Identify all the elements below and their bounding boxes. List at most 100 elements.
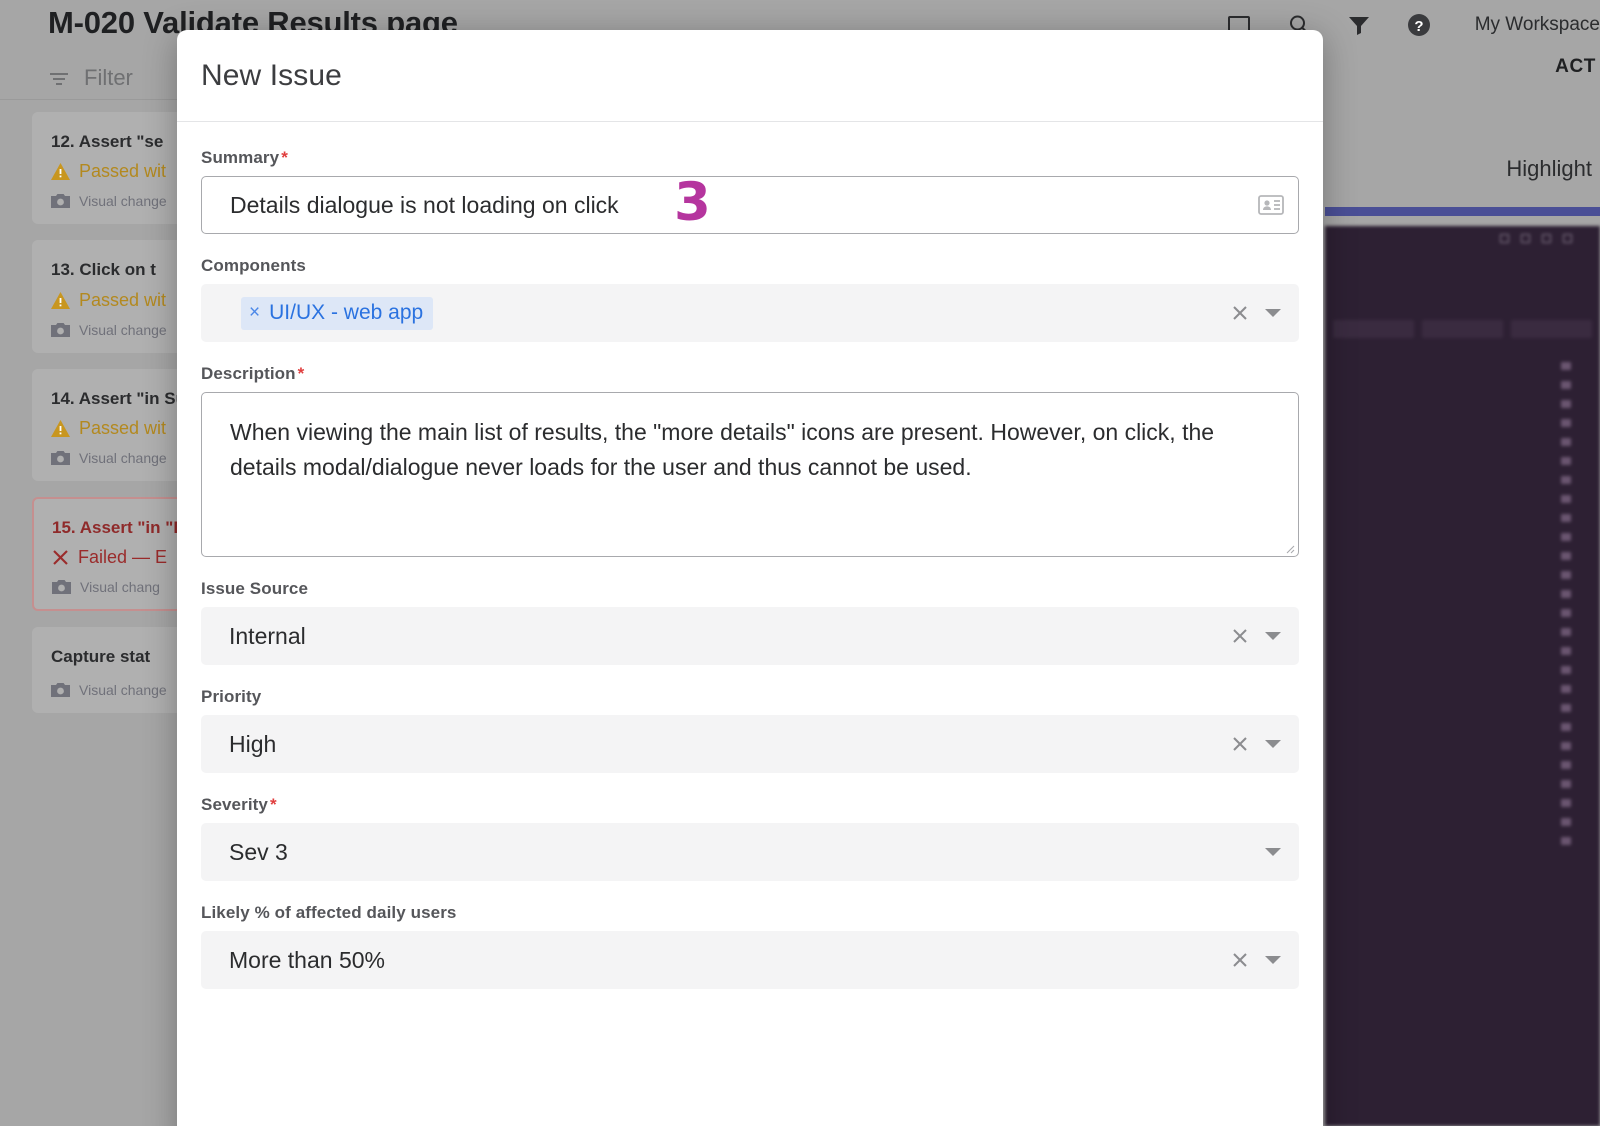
issue-source-select[interactable]: Internal bbox=[201, 607, 1299, 665]
required-marker: * bbox=[270, 795, 277, 814]
highlight-label: Highlight bbox=[1506, 156, 1592, 182]
summary-input[interactable]: Details dialogue is not loading on click bbox=[201, 176, 1299, 234]
dark-panel-row bbox=[1325, 774, 1600, 793]
field-components: Components × UI/UX - web app bbox=[201, 256, 1299, 342]
dark-panel-row bbox=[1325, 394, 1600, 413]
priority-value: High bbox=[229, 731, 276, 758]
modal-title: New Issue bbox=[201, 59, 342, 93]
dark-panel-row bbox=[1325, 413, 1600, 432]
components-multiselect[interactable]: × UI/UX - web app bbox=[201, 284, 1299, 342]
dark-panel-row bbox=[1325, 717, 1600, 736]
dark-panel-row bbox=[1325, 698, 1600, 717]
clear-icon[interactable] bbox=[1231, 304, 1249, 322]
components-label-text: Components bbox=[201, 256, 306, 275]
modal-header: New Issue bbox=[177, 30, 1323, 122]
description-label: Description* bbox=[201, 364, 1299, 384]
severity-select[interactable]: Sev 3 bbox=[201, 823, 1299, 881]
chevron-down-icon[interactable] bbox=[1265, 740, 1281, 748]
priority-select[interactable]: High bbox=[201, 715, 1299, 773]
accent-divider bbox=[1325, 207, 1600, 216]
description-textarea[interactable]: When viewing the main list of results, t… bbox=[201, 392, 1299, 557]
chevron-down-icon[interactable] bbox=[1265, 632, 1281, 640]
filter-label: Filter bbox=[84, 65, 133, 91]
dark-panel-row bbox=[1325, 356, 1600, 375]
modal-body: Summary* Details dialogue is not loading… bbox=[177, 122, 1323, 989]
warning-icon bbox=[51, 420, 70, 437]
camera-icon bbox=[51, 682, 70, 698]
chevron-down-icon[interactable] bbox=[1265, 309, 1281, 317]
filter-icon[interactable] bbox=[1346, 12, 1372, 38]
annotation-step-number: 3 bbox=[674, 176, 711, 229]
chevron-down-icon[interactable] bbox=[1265, 848, 1281, 856]
screen-icon bbox=[1500, 234, 1509, 243]
severity-value: Sev 3 bbox=[229, 839, 288, 866]
field-issue-source: Issue Source Internal bbox=[201, 579, 1299, 665]
field-description: Description* When viewing the main list … bbox=[201, 364, 1299, 557]
dark-panel-row bbox=[1325, 546, 1600, 565]
severity-controls bbox=[1265, 848, 1281, 856]
card-status-text: Passed wit bbox=[79, 161, 166, 182]
field-priority: Priority High bbox=[201, 687, 1299, 773]
issue-source-value: Internal bbox=[229, 623, 306, 650]
camera-icon bbox=[51, 322, 70, 338]
dark-panel-row bbox=[1325, 603, 1600, 622]
components-label: Components bbox=[201, 256, 1299, 276]
background-results-panel bbox=[1325, 226, 1600, 1126]
description-label-text: Description bbox=[201, 364, 296, 383]
priority-controls bbox=[1231, 735, 1281, 753]
dark-panel-row bbox=[1325, 736, 1600, 755]
clear-icon[interactable] bbox=[1231, 627, 1249, 645]
dark-panel-icon-group bbox=[1500, 234, 1572, 243]
severity-label-text: Severity bbox=[201, 795, 268, 814]
search-icon bbox=[1521, 234, 1530, 243]
issue-source-controls bbox=[1231, 627, 1281, 645]
card-meta-text: Visual chang bbox=[80, 579, 160, 595]
filter-icon bbox=[1542, 234, 1551, 243]
close-icon bbox=[52, 549, 69, 566]
camera-icon bbox=[51, 193, 70, 209]
workspace-label[interactable]: My Workspace bbox=[1475, 14, 1600, 36]
affected-users-select[interactable]: More than 50% bbox=[201, 931, 1299, 989]
summary-label-text: Summary bbox=[201, 148, 279, 167]
dark-panel-select bbox=[1333, 320, 1414, 338]
required-marker: * bbox=[281, 148, 288, 167]
resize-handle[interactable] bbox=[1283, 541, 1295, 553]
issue-source-label-text: Issue Source bbox=[201, 579, 308, 598]
components-controls bbox=[1231, 304, 1281, 322]
card-status-text: Failed — E bbox=[78, 547, 167, 568]
affected-users-value: More than 50% bbox=[229, 947, 385, 974]
dark-panel-row bbox=[1325, 831, 1600, 850]
dark-panel-row bbox=[1325, 793, 1600, 812]
dark-panel-row bbox=[1325, 584, 1600, 603]
warning-icon bbox=[51, 163, 70, 180]
priority-label-text: Priority bbox=[201, 687, 261, 706]
camera-icon bbox=[52, 579, 71, 595]
contact-card-icon[interactable] bbox=[1258, 194, 1284, 216]
chip-remove-icon[interactable]: × bbox=[249, 303, 260, 322]
dark-panel-row bbox=[1325, 641, 1600, 660]
summary-value: Details dialogue is not loading on click bbox=[230, 192, 619, 219]
dark-panel-row bbox=[1325, 812, 1600, 831]
filter-icon bbox=[48, 67, 70, 89]
issue-source-label: Issue Source bbox=[201, 579, 1299, 599]
dark-panel-row bbox=[1325, 432, 1600, 451]
dark-panel-row bbox=[1325, 755, 1600, 774]
card-meta-text: Visual change bbox=[79, 450, 167, 466]
dark-panel-row bbox=[1325, 375, 1600, 394]
card-status-text: Passed wit bbox=[79, 290, 166, 311]
svg-text:?: ? bbox=[1414, 18, 1423, 35]
dark-panel-row bbox=[1325, 527, 1600, 546]
dark-panel-row bbox=[1325, 565, 1600, 584]
act-label: ACT bbox=[1555, 56, 1596, 78]
dark-panel-row bbox=[1325, 451, 1600, 470]
priority-label: Priority bbox=[201, 687, 1299, 707]
component-chip[interactable]: × UI/UX - web app bbox=[241, 297, 433, 330]
clear-icon[interactable] bbox=[1231, 951, 1249, 969]
help-icon[interactable]: ? bbox=[1406, 12, 1432, 38]
field-severity: Severity* Sev 3 bbox=[201, 795, 1299, 881]
dark-panel-row bbox=[1325, 679, 1600, 698]
dark-panel-filters bbox=[1333, 320, 1592, 338]
clear-icon[interactable] bbox=[1231, 735, 1249, 753]
chevron-down-icon[interactable] bbox=[1265, 956, 1281, 964]
affected-users-controls bbox=[1231, 951, 1281, 969]
